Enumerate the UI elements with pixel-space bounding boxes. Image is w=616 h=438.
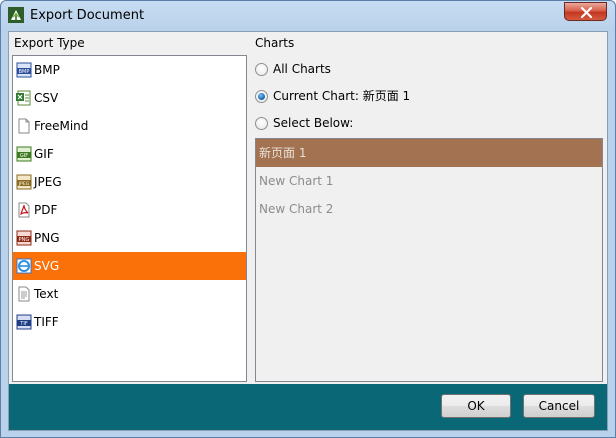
chart-list[interactable]: 新页面 1 New Chart 1 New Chart 2 [255, 138, 603, 382]
pdf-file-icon [18, 202, 30, 218]
export-type-item-gif[interactable]: GIF GIF [13, 140, 246, 168]
radio-label: Current Chart: 新页面 1 [273, 89, 411, 103]
gif-file-icon: GIF [16, 146, 32, 162]
export-type-item-pdf[interactable]: PDF [13, 196, 246, 224]
tiff-file-icon: TIF [16, 314, 32, 330]
cancel-button[interactable]: Cancel [523, 394, 595, 418]
export-type-label: Export Type [14, 36, 85, 50]
svg-text:GIF: GIF [20, 153, 28, 159]
title-bar[interactable]: Export Document [1, 1, 615, 31]
export-document-dialog: Export Document Export Type Charts BMP B… [0, 0, 616, 438]
svg-text:BMP: BMP [19, 69, 30, 75]
chart-list-item[interactable]: New Chart 1 [256, 167, 602, 195]
export-type-item-bmp[interactable]: BMP BMP [13, 56, 246, 84]
chart-list-item-label: New Chart 1 [259, 174, 334, 188]
radio-button-checked[interactable] [255, 90, 268, 103]
export-type-list[interactable]: BMP BMP CSV FreeMind GIF GIF JPEG JPEG P… [12, 55, 247, 382]
export-type-item-png[interactable]: PNG PNG [13, 224, 246, 252]
radio-button[interactable] [255, 117, 268, 130]
export-type-item-tiff[interactable]: TIF TIFF [13, 308, 246, 336]
jpeg-file-icon: JPEG [16, 174, 32, 190]
text-file-icon [18, 286, 30, 302]
export-type-label-text: CSV [34, 91, 59, 105]
svg-text:TIF: TIF [19, 321, 28, 327]
png-file-icon: PNG [16, 230, 32, 246]
app-icon [8, 7, 24, 23]
radio-label: Select Below: [273, 116, 354, 130]
export-type-item-svg[interactable]: SVG [13, 252, 246, 280]
window-title: Export Document [30, 8, 145, 23]
svg-file-icon [16, 258, 32, 274]
ok-button[interactable]: OK [441, 394, 511, 418]
export-type-item-text[interactable]: Text [13, 280, 246, 308]
chart-list-item[interactable]: 新页面 1 [256, 139, 602, 167]
radio-label: All Charts [273, 62, 331, 76]
export-type-label-text: SVG [34, 259, 60, 273]
close-icon [580, 7, 593, 18]
export-type-item-freemind[interactable]: FreeMind [13, 112, 246, 140]
charts-label: Charts [255, 36, 295, 50]
chart-list-item-label: New Chart 2 [259, 202, 334, 216]
chart-list-item-label: 新页面 1 [259, 146, 307, 160]
svg-text:PNG: PNG [19, 237, 30, 243]
export-type-label-text: PDF [34, 203, 58, 217]
radio-button[interactable] [255, 63, 268, 76]
export-type-label-text: TIFF [34, 315, 59, 329]
dialog-content: Export Type Charts BMP BMP CSV FreeMind … [8, 31, 608, 431]
export-type-label-text: Text [34, 287, 59, 301]
close-button[interactable] [564, 2, 607, 21]
export-type-label-text: PNG [34, 231, 60, 245]
export-type-item-jpeg[interactable]: JPEG JPEG [13, 168, 246, 196]
chart-list-item[interactable]: New Chart 2 [256, 195, 602, 223]
svg-text:JPEG: JPEG [18, 181, 30, 187]
csv-file-icon [16, 90, 31, 106]
button-bar: OK Cancel [9, 384, 607, 430]
export-type-item-csv[interactable]: CSV [13, 84, 246, 112]
export-type-label-text: FreeMind [34, 119, 89, 133]
export-type-label-text: JPEG [34, 175, 62, 189]
export-type-label-text: BMP [34, 63, 60, 77]
bmp-file-icon: BMP [16, 62, 32, 78]
blank-file-icon [18, 118, 30, 134]
export-type-label-text: GIF [34, 147, 54, 161]
